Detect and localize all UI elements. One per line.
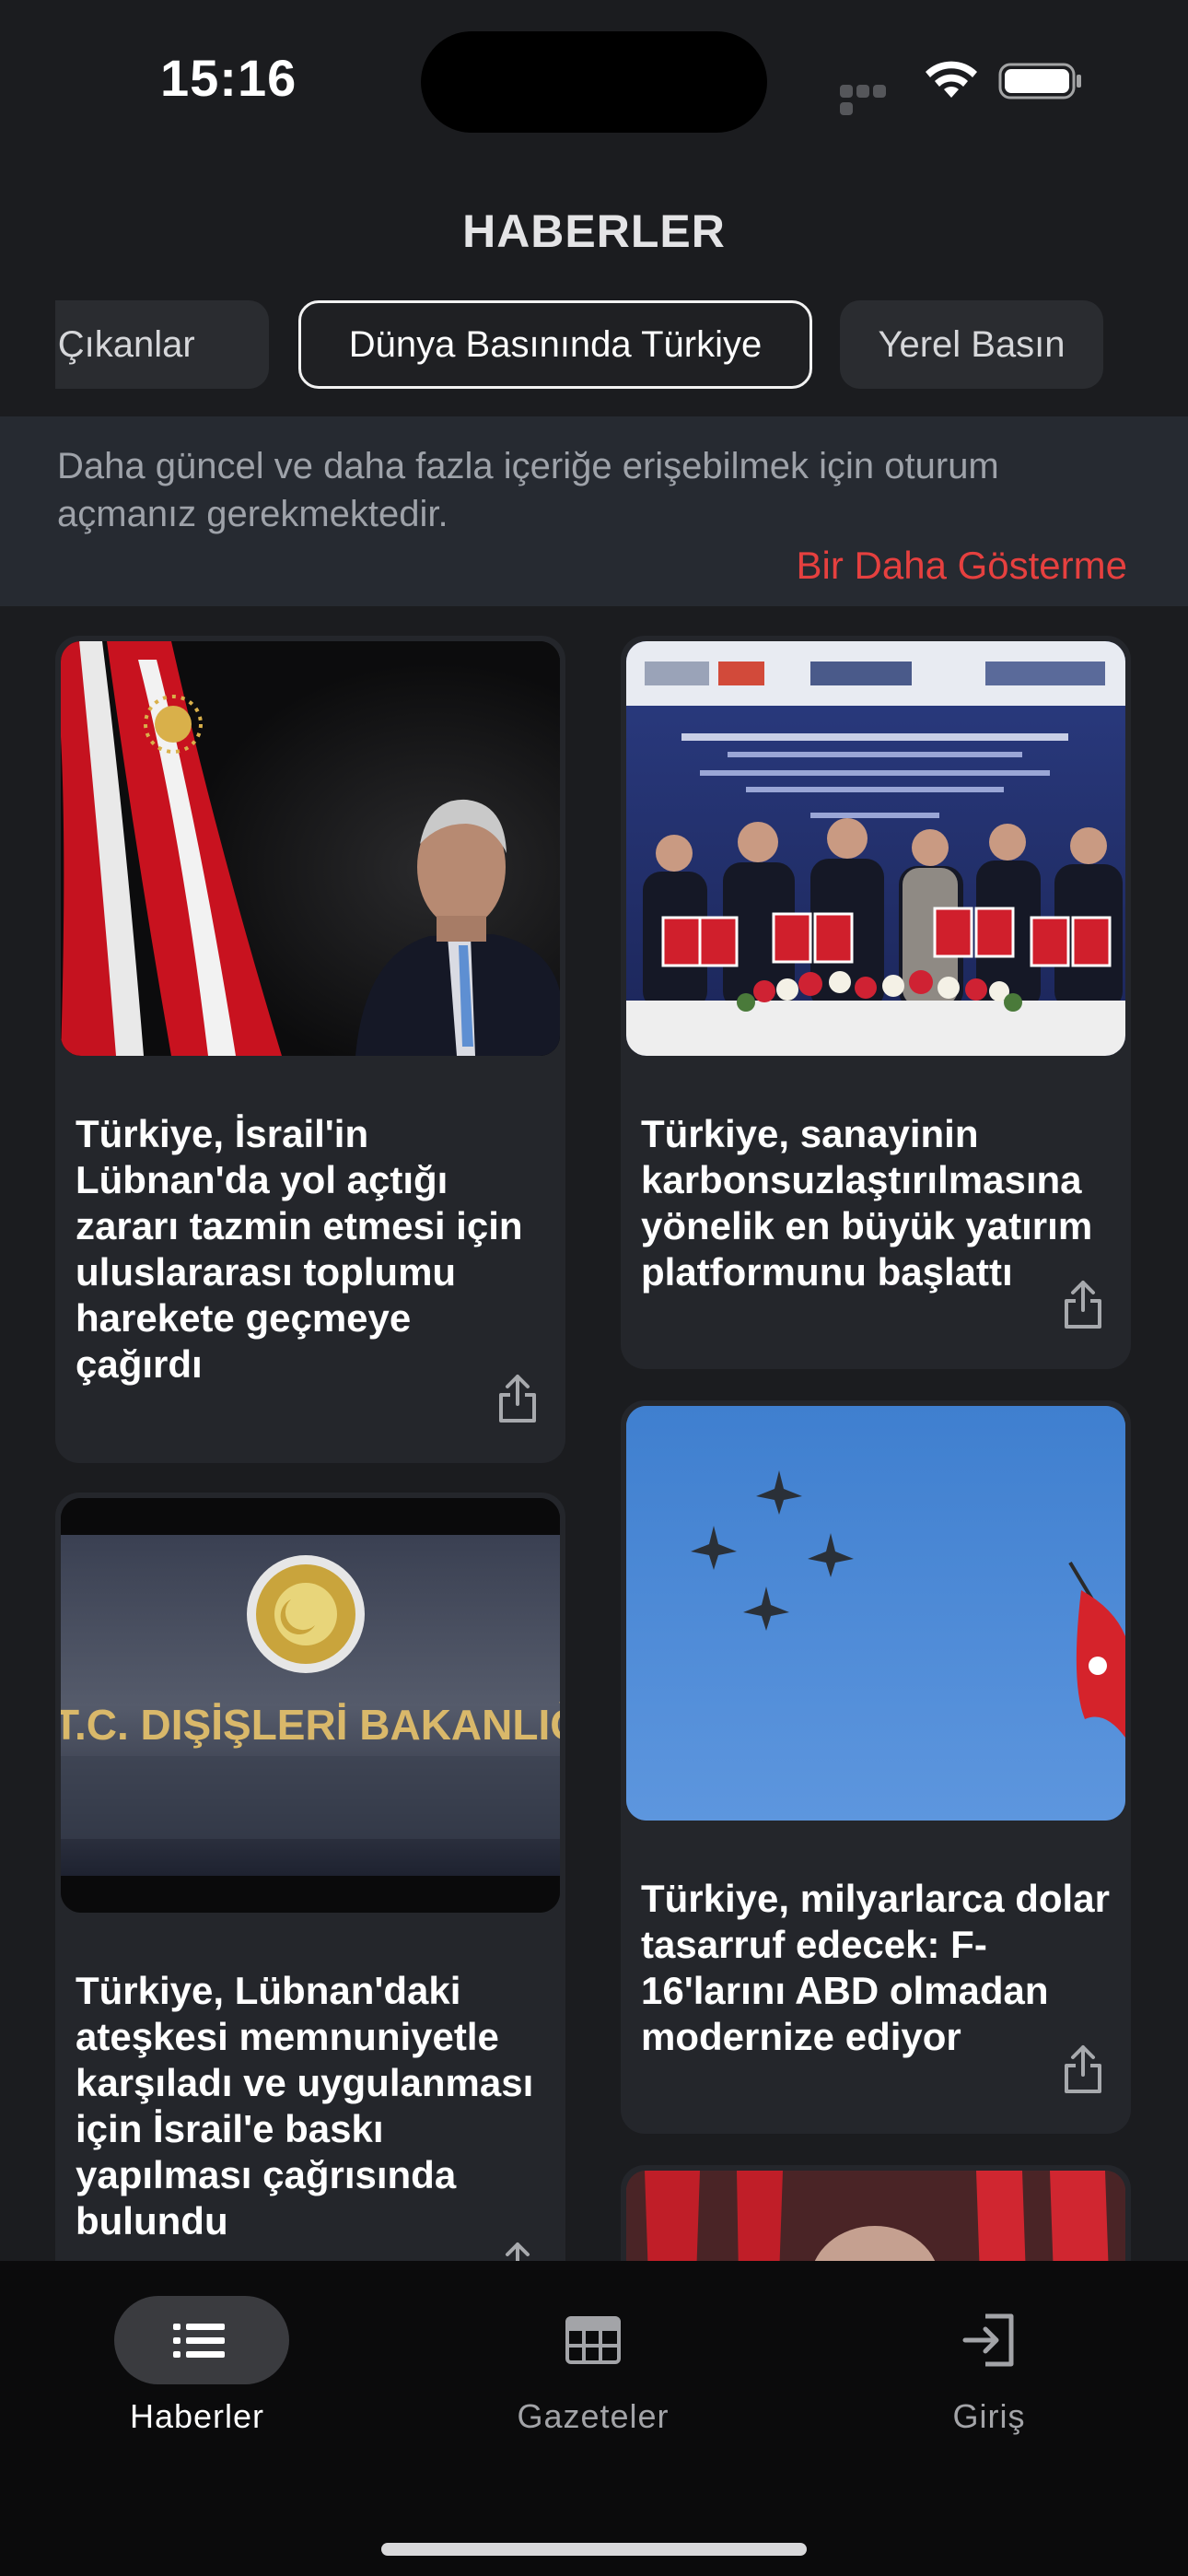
login-banner: Daha güncel ve daha fazla içeriğe erişeb… <box>0 416 1188 606</box>
tab-newspapers[interactable]: Gazeteler <box>455 2261 731 2445</box>
page-title: HABERLER <box>462 205 726 257</box>
news-image <box>626 641 1125 1056</box>
battery-icon <box>998 63 1081 100</box>
share-icon[interactable] <box>1061 2043 1105 2095</box>
signing-ceremony-image <box>626 641 1125 1056</box>
share-icon[interactable] <box>495 1373 540 1424</box>
tab-news-label: Haberler <box>129 2397 265 2435</box>
tab-news[interactable]: Haberler <box>59 2261 335 2445</box>
news-title: Türkiye, milyarlarca dolar tasarruf edec… <box>641 1877 1110 2058</box>
ministry-sign-text: T.C. DIŞİŞLERİ BAKANLIĞI <box>61 1701 560 1749</box>
news-image <box>61 641 560 1056</box>
share-icon[interactable] <box>1061 1279 1105 1330</box>
dynamic-island <box>421 31 767 133</box>
tab-local-press[interactable]: Yerel Basın <box>840 300 1103 389</box>
news-image <box>626 2171 1125 2261</box>
news-image: T.C. DIŞİŞLERİ BAKANLIĞI <box>61 1498 560 1913</box>
banner-message: Daha güncel ve daha fazla içeriğe erişeb… <box>57 446 999 534</box>
jets-formation-image <box>626 1406 1125 1821</box>
tab-newspapers-label: Gazeteler <box>517 2397 670 2435</box>
dont-show-again-button[interactable]: Bir Daha Gösterme <box>797 544 1127 588</box>
news-card[interactable]: Türkiye, sanayinin karbonsuzlaştırılması… <box>621 636 1131 1369</box>
home-indicator <box>381 2543 807 2556</box>
tab-label: Öne Çıkanlar <box>55 323 195 365</box>
news-title: Türkiye, sanayinin karbonsuzlaştırılması… <box>641 1112 1093 1294</box>
tab-login-label: Giriş <box>952 2397 1026 2435</box>
tab-login[interactable]: Giriş <box>851 2261 1127 2445</box>
wifi-icon <box>926 61 977 98</box>
tab-label: Yerel Basın <box>878 323 1066 365</box>
newspaper-icon <box>565 2316 621 2364</box>
status-time: 15:16 <box>160 49 297 107</box>
status-bar: 15:16 <box>0 0 1188 138</box>
category-tabs: Öne Çıkanlar Dünya Basınında Türkiye Yer… <box>0 300 1188 389</box>
flags-image <box>626 2171 1125 2261</box>
news-feed[interactable]: Türkiye, İsrail'in Lübnan'da yol açtığı … <box>0 606 1188 2261</box>
tab-world-press[interactable]: Dünya Basınında Türkiye <box>298 300 812 389</box>
share-icon[interactable] <box>495 2241 540 2261</box>
news-title: Türkiye, Lübnan'daki ateşkesi memnuniyet… <box>76 1969 534 2242</box>
list-icon <box>173 2324 225 2358</box>
news-title: Türkiye, İsrail'in Lübnan'da yol açtığı … <box>76 1112 523 1386</box>
president-flags-image <box>61 641 560 1056</box>
ministry-sign-image: T.C. DIŞİŞLERİ BAKANLIĞI <box>61 1498 560 1913</box>
news-card[interactable]: Türkiye, İsrail'in Lübnan'da yol açtığı … <box>55 636 565 1463</box>
news-card[interactable]: Türkiye, milyarlarca dolar tasarruf edec… <box>621 1400 1131 2134</box>
news-card[interactable]: T.C. DIŞİŞLERİ BAKANLIĞI Türkiye, Lübnan… <box>55 1493 565 2261</box>
cellular-signal-icon <box>840 85 904 115</box>
bottom-tab-bar: Haberler Gazeteler Giriş <box>0 2261 1188 2576</box>
login-icon <box>962 2313 1014 2367</box>
tab-highlights[interactable]: Öne Çıkanlar <box>55 300 269 389</box>
news-card[interactable] <box>621 2165 1131 2261</box>
news-image <box>626 1406 1125 1821</box>
tab-label: Dünya Basınında Türkiye <box>348 323 763 365</box>
